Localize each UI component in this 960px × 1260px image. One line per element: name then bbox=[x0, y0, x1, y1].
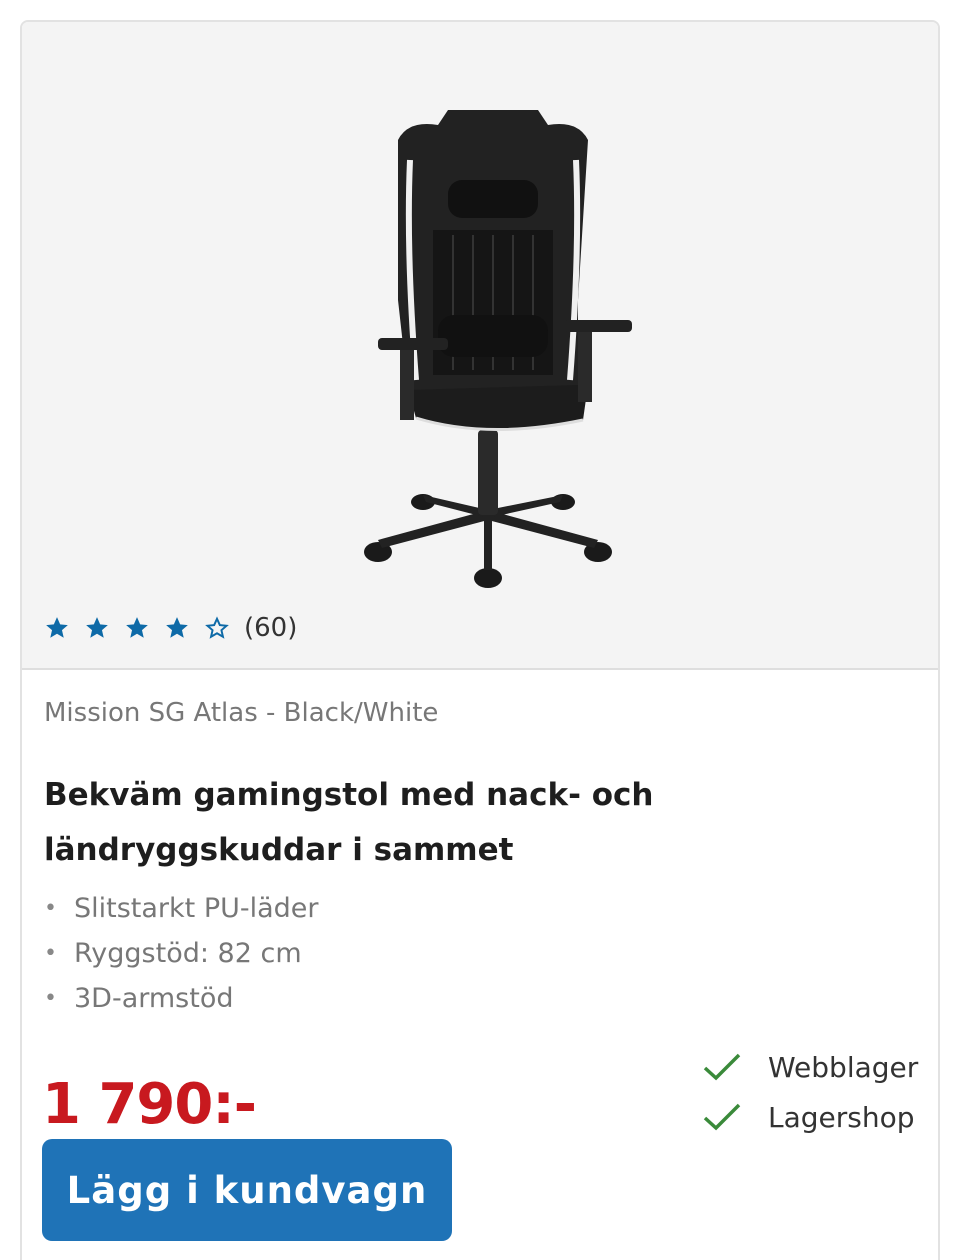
stock-label: Lagershop bbox=[768, 1100, 915, 1134]
star-filled-icon bbox=[166, 617, 188, 638]
product-image-area[interactable]: (60) bbox=[22, 22, 938, 670]
product-card: (60) Mission SG Atlas - Black/White Bekv… bbox=[20, 20, 940, 1260]
stock-status: Webblager Lagershop bbox=[702, 1042, 918, 1142]
list-item: • 3D-armstöd bbox=[44, 976, 319, 1021]
check-icon bbox=[703, 1053, 741, 1081]
list-item: • Ryggstöd: 82 cm bbox=[44, 931, 319, 976]
list-item: • Slitstarkt PU-läder bbox=[44, 886, 319, 931]
product-title[interactable]: Bekväm gamingstol med nack- och ländrygg… bbox=[44, 768, 744, 878]
star-empty-icon bbox=[205, 616, 229, 639]
product-brand-line[interactable]: Mission SG Atlas - Black/White bbox=[44, 698, 438, 728]
feature-text: Slitstarkt PU-läder bbox=[74, 893, 319, 924]
star-filled-icon bbox=[46, 617, 68, 638]
product-price: 1 790:- bbox=[42, 1072, 257, 1137]
feature-text: Ryggstöd: 82 cm bbox=[74, 938, 302, 969]
star-filled-icon bbox=[86, 617, 108, 638]
bullet-icon: • bbox=[44, 896, 57, 921]
bullet-icon: • bbox=[44, 941, 57, 966]
feature-list: • Slitstarkt PU-läder • Ryggstöd: 82 cm • 3… bbox=[44, 886, 319, 1021]
rating-count[interactable]: (60) bbox=[244, 613, 297, 643]
add-to-cart-button[interactable]: Lägg i kundvagn bbox=[42, 1139, 452, 1241]
feature-text: 3D-armstöd bbox=[74, 983, 234, 1014]
stock-row-lagershop[interactable]: Lagershop bbox=[702, 1092, 918, 1142]
stock-label: Webblager bbox=[768, 1050, 919, 1084]
gaming-chair-image[interactable] bbox=[338, 100, 638, 590]
rating[interactable]: (60) bbox=[44, 610, 297, 646]
bullet-icon: • bbox=[44, 986, 57, 1011]
stock-row-webblager[interactable]: Webblager bbox=[702, 1042, 918, 1092]
check-icon bbox=[703, 1103, 741, 1131]
star-filled-icon bbox=[126, 617, 148, 638]
